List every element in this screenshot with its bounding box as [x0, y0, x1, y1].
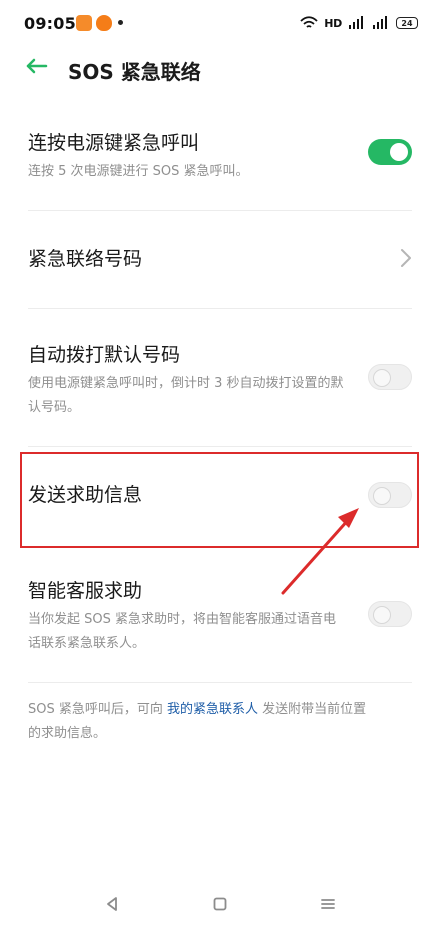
footer-note: SOS 紧急呼叫后，可向 我的紧急联系人 发送附带当前位置的求助信息。 — [28, 698, 368, 746]
setting-emergency-contact-number[interactable]: 紧急联络号码 — [28, 246, 414, 272]
top-bar: SOS 紧急联络 — [0, 46, 442, 90]
setting-description-power-sos: 连按 5 次电源键进行 SOS 紧急呼叫。 — [28, 164, 249, 179]
nav-menu-icon — [320, 896, 336, 916]
wifi-icon — [300, 16, 318, 30]
arrow-left-icon — [24, 57, 48, 79]
toggle-knob — [373, 606, 391, 624]
app-notification-icon — [76, 15, 92, 31]
emergency-contacts-link[interactable]: 我的紧急联系人 — [167, 702, 258, 717]
page-title: SOS 紧急联络 — [68, 60, 201, 84]
app-notification-icon — [96, 15, 112, 31]
setting-description-smart-service-help: 当你发起 SOS 紧急求助时，将由智能客服通过语音电话联系紧急联系人。 — [28, 612, 337, 651]
signal-icon — [348, 16, 366, 30]
status-bar: 09:05 HD 24 — [0, 0, 442, 46]
hd-badge: HD — [324, 16, 342, 30]
setting-title-power-sos: 连按电源键紧急呼叫 — [28, 132, 200, 154]
nav-back-button[interactable] — [102, 896, 122, 916]
power-sos-toggle[interactable] — [368, 139, 412, 165]
footer-note-text: SOS 紧急呼叫后，可向 — [28, 702, 168, 717]
divider — [28, 308, 412, 309]
setting-title-send-help-message: 发送求助信息 — [28, 484, 143, 506]
notification-dot — [118, 20, 123, 25]
setting-smart-service-help[interactable]: 智能客服求助 当你发起 SOS 紧急求助时，将由智能客服通过语音电话联系紧急联系… — [28, 578, 414, 656]
nav-home-icon — [212, 896, 228, 916]
toggle-knob — [373, 369, 391, 387]
setting-title-emergency-contact-number: 紧急联络号码 — [28, 248, 143, 270]
battery-indicator: 24 — [396, 17, 418, 29]
divider — [28, 682, 412, 683]
setting-description-auto-dial: 使用电源键紧急呼叫时，倒计时 3 秒自动拨打设置的默认号码。 — [28, 376, 344, 415]
back-button[interactable] — [22, 54, 50, 82]
setting-title-smart-service-help: 智能客服求助 — [28, 580, 143, 602]
status-indicators: HD 24 — [300, 12, 418, 34]
nav-home-button[interactable] — [210, 896, 230, 916]
toggle-knob — [390, 143, 408, 161]
system-navigation-bar — [0, 880, 442, 932]
status-time: 09:05 — [24, 14, 76, 33]
divider — [28, 210, 412, 211]
chevron-right-icon — [400, 248, 412, 268]
send-help-message-toggle[interactable] — [368, 482, 412, 508]
signal-icon — [372, 16, 390, 30]
toggle-knob — [373, 487, 391, 505]
nav-menu-button[interactable] — [318, 896, 338, 916]
setting-power-sos[interactable]: 连按电源键紧急呼叫 连按 5 次电源键进行 SOS 紧急呼叫。 — [28, 130, 414, 184]
nav-back-icon — [104, 896, 120, 916]
setting-auto-dial-default-number[interactable]: 自动拨打默认号码 使用电源键紧急呼叫时，倒计时 3 秒自动拨打设置的默认号码。 — [28, 342, 414, 420]
setting-title-auto-dial: 自动拨打默认号码 — [28, 344, 181, 366]
auto-dial-toggle[interactable] — [368, 364, 412, 390]
divider — [28, 446, 412, 447]
setting-send-help-message[interactable]: 发送求助信息 — [28, 482, 414, 508]
smart-service-help-toggle[interactable] — [368, 601, 412, 627]
